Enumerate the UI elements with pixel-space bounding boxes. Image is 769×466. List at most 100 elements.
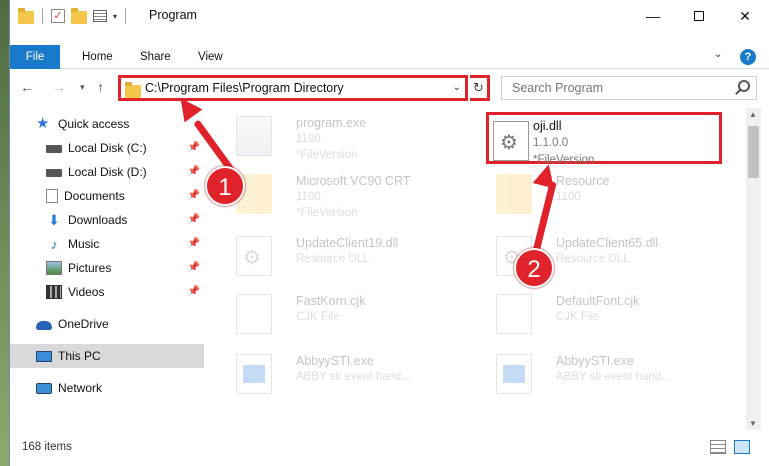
pin-icon[interactable]: 📌 [188,238,200,249]
properties-check-icon[interactable]: ✓ [51,9,65,23]
file-item[interactable]: UpdateClient65.dll Resource DLL [476,230,716,282]
file-name: AbbyySTI.exe [556,354,634,368]
tab-share[interactable]: Share [140,45,171,69]
sidebar-item-label: OneDrive [58,317,109,331]
sidebar-item-quick-access[interactable]: ★ Quick access [10,112,204,136]
file-item-highlighted[interactable]: oji.dll 1.1.0.0 *FileVersion [486,112,722,166]
star-icon: ★ [36,115,50,132]
file-item[interactable]: AbbyySTI.exe ABBY sti event hand... [476,348,716,400]
customize-dropdown-icon[interactable]: ▾ [113,12,117,21]
tab-file[interactable]: File [10,45,60,69]
address-path[interactable]: C:\Program Files\Program Directory [145,81,344,95]
music-icon: ♪ [50,236,58,252]
app-icon [236,354,272,394]
file-detail: *FileVersion [296,149,358,161]
ribbon-tabs: File Home Share View ⌄ ? [10,45,769,69]
file-item[interactable]: FastKorn.cjk CJK File [216,288,456,340]
properties-icon[interactable] [93,10,107,22]
scroll-up-icon[interactable]: ▲ [749,110,757,119]
sidebar-item-local-disk-c[interactable]: Local Disk (C:) 📌 [10,136,204,160]
scroll-down-icon[interactable]: ▼ [749,419,757,428]
explorer-window: ✓ ▾ Program — ✕ File Home Share View ⌄ ?… [9,0,769,466]
file-item[interactable]: Microsoft VC90 CRT 1100 *FileVersion [216,168,456,220]
exe-icon [236,116,272,156]
pin-icon[interactable]: 📌 [188,142,200,153]
folder-icon [496,174,532,214]
vertical-scrollbar[interactable]: ▲ ▼ [746,108,761,430]
sidebar-item-pictures[interactable]: Pictures 📌 [10,256,204,280]
sidebar-item-documents[interactable]: Documents 📌 [10,184,204,208]
file-item[interactable]: UpdateClient19.dll Resource DLL [216,230,456,282]
sidebar-item-label: Local Disk (C:) [68,141,147,155]
refresh-button[interactable]: ↻ [470,75,490,101]
recent-locations-icon[interactable]: ▾ [80,82,85,93]
sidebar-item-onedrive[interactable]: OneDrive [10,312,204,336]
item-count: 168 items [22,441,72,453]
dll-gear-icon [236,236,272,276]
pictures-icon [46,261,62,275]
up-button[interactable]: ↑ [97,79,104,95]
sidebar-item-local-disk-d[interactable]: Local Disk (D:) 📌 [10,160,204,184]
forward-button[interactable]: → [52,79,66,95]
pin-icon[interactable]: 📌 [188,262,200,273]
close-button[interactable]: ✕ [722,0,768,32]
file-name: oji.dll [533,119,562,133]
file-list: program.exe 1100 *FileVersion oji.dll 1.… [216,108,746,430]
scroll-thumb[interactable] [748,126,759,178]
address-dropdown-icon[interactable]: ⌄ [453,82,461,93]
file-item[interactable]: AbbyySTI.exe ABBY sti event hand... [216,348,456,400]
maximize-button[interactable] [676,0,722,32]
pin-icon[interactable]: 📌 [188,166,200,177]
help-icon[interactable]: ? [740,49,756,65]
details-view-icon[interactable] [710,440,726,454]
sidebar-item-label: Downloads [68,213,128,227]
search-icon[interactable] [738,80,750,92]
sidebar-item-label: Pictures [68,261,112,275]
file-detail: *FileVersion [296,207,358,219]
minimize-button[interactable]: — [630,0,676,32]
file-detail: CJK File [296,311,340,323]
app-icon [496,354,532,394]
callout-badge-2: 2 [514,248,554,288]
new-folder-icon[interactable] [71,7,87,24]
sidebar-item-label: Music [68,237,100,251]
file-detail: 1100 [296,133,321,145]
pin-icon[interactable]: 📌 [188,286,200,297]
file-detail: 1100 [296,191,321,203]
pin-icon[interactable]: 📌 [188,190,200,201]
folder-icon [125,82,141,98]
tab-home[interactable]: Home [82,45,113,69]
sidebar-item-music[interactable]: ♪ Music 📌 [10,232,204,256]
sidebar-item-label: Documents [64,189,125,203]
tab-view[interactable]: View [198,45,223,69]
expand-ribbon-icon[interactable]: ⌄ [714,49,722,60]
sidebar-item-network[interactable]: Network [10,376,204,400]
quick-access-toolbar: ✓ ▾ [18,7,128,24]
maximize-icon [694,11,704,21]
file-name: program.exe [296,116,367,130]
large-icons-view-icon[interactable] [734,440,750,454]
file-detail: CJK File [556,311,600,323]
navigation-pane: ★ Quick access Local Disk (C:) 📌 Local D… [10,108,206,430]
search-input[interactable] [502,77,722,99]
file-item[interactable]: DefaultFont.cjk CJK File [476,288,716,340]
file-item[interactable]: Resource 1100 [476,168,716,220]
pc-icon [36,350,52,362]
file-name: UpdateClient19.dll [296,236,399,250]
sidebar-item-videos[interactable]: Videos 📌 [10,280,204,304]
documents-icon [46,189,58,203]
disk-icon [46,145,62,153]
file-item[interactable]: program.exe 1100 *FileVersion [216,110,456,162]
folder-icon [18,7,34,24]
file-detail: Resource DLL [556,253,630,265]
pin-icon[interactable]: 📌 [188,214,200,225]
file-name: FastKorn.cjk [296,294,366,308]
sidebar-item-downloads[interactable]: ⬇ Downloads 📌 [10,208,204,232]
status-bar: 168 items [10,436,769,466]
sidebar-item-this-pc[interactable]: This PC [10,344,204,368]
disk-icon [46,169,62,177]
back-button[interactable]: ← [20,79,34,95]
file-detail: 1100 [556,191,581,203]
search-box[interactable] [501,76,757,100]
address-bar[interactable]: C:\Program Files\Program Directory ⌄ [118,75,468,101]
